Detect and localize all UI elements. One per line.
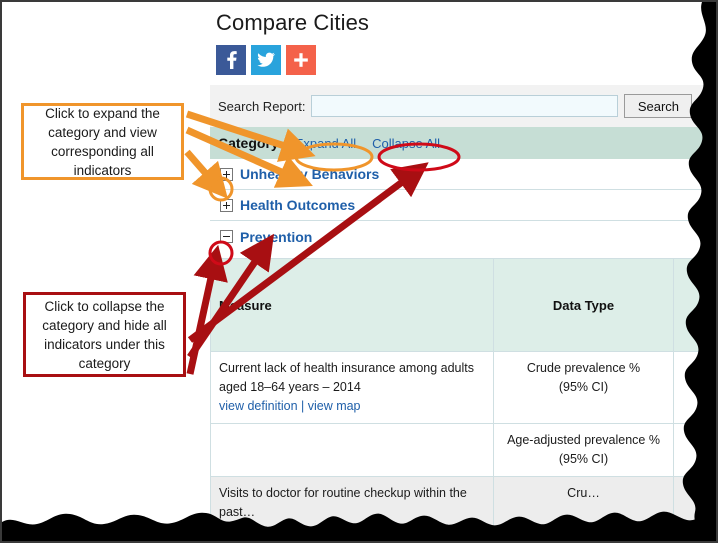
data-type-line-2: (95% CI)	[502, 450, 665, 469]
header-extra	[674, 259, 711, 352]
screenshot-root: Compare Cities Search Report:	[0, 0, 718, 543]
category-name[interactable]: Unhealthy Behaviors	[240, 166, 379, 182]
page-title: Compare Cities	[216, 10, 710, 36]
twitter-icon[interactable]	[251, 45, 281, 75]
category-header-band: Category Expand All Collapse All	[210, 127, 710, 159]
search-label: Search Report:	[218, 99, 305, 114]
measure-line-1: Visits to doctor for routine checkup wit…	[219, 484, 485, 503]
data-type-line-1: Age-adjusted prevalence %	[502, 431, 665, 450]
extra-cell	[674, 477, 711, 530]
table-row: Current lack of health insurance among a…	[211, 352, 711, 424]
measure-line-2: aged 18–64 years – 2014	[219, 378, 485, 397]
data-type-line-1: Crude prevalence %	[502, 359, 665, 378]
table-row: Age-adjusted prevalence % (95% CI)	[211, 424, 711, 477]
social-share-row	[216, 45, 710, 75]
header-measure: Measure	[211, 259, 494, 352]
definition-links[interactable]: view definition | view map	[219, 397, 485, 416]
search-button[interactable]: Search	[624, 94, 692, 118]
measures-table: Measure Data Type Current lack of health…	[210, 258, 710, 530]
data-type-cell: Crude prevalence % (95% CI)	[494, 352, 674, 424]
category-name[interactable]: Prevention	[240, 229, 312, 245]
annotation-collapse-note: Click to collapse the category and hide …	[23, 292, 186, 377]
facebook-icon[interactable]	[216, 45, 246, 75]
data-type-cell: Age-adjusted prevalence % (95% CI)	[494, 424, 674, 477]
extra-cell	[674, 352, 711, 424]
table-header-row: Measure Data Type	[211, 259, 711, 352]
extra-cell	[674, 424, 711, 477]
category-row-prevention[interactable]: Prevention	[210, 221, 710, 252]
table-row: Visits to doctor for routine checkup wit…	[211, 477, 711, 530]
search-bar: Search Report: Search	[210, 85, 710, 127]
data-type-line-1: Cru…	[502, 484, 665, 503]
expand-toggle-icon[interactable]	[220, 199, 233, 212]
measure-cell: Visits to doctor for routine checkup wit…	[211, 477, 494, 530]
category-row-health-outcomes[interactable]: Health Outcomes	[210, 190, 710, 221]
category-name[interactable]: Health Outcomes	[240, 197, 355, 213]
measure-cell: Current lack of health insurance among a…	[211, 352, 494, 424]
data-type-cell: Cru…	[494, 477, 674, 530]
data-type-line-2: (95% CI)	[502, 378, 665, 397]
annotation-expand-note: Click to expand the category and view co…	[21, 103, 184, 180]
measure-line-1: Current lack of health insurance among a…	[219, 359, 485, 378]
expand-toggle-icon[interactable]	[220, 168, 233, 181]
share-more-icon[interactable]	[286, 45, 316, 75]
header-data-type: Data Type	[494, 259, 674, 352]
search-input[interactable]	[311, 95, 618, 117]
collapse-all-link[interactable]: Collapse All	[372, 136, 440, 151]
category-row-unhealthy-behaviors[interactable]: Unhealthy Behaviors	[210, 159, 710, 190]
compare-cities-page: Compare Cities Search Report:	[210, 4, 710, 543]
expand-all-link[interactable]: Expand All	[295, 136, 356, 151]
measure-cell	[211, 424, 494, 477]
category-column-label: Category	[218, 135, 279, 151]
measure-line-2: past…	[219, 503, 485, 522]
collapse-toggle-icon[interactable]	[220, 230, 233, 243]
